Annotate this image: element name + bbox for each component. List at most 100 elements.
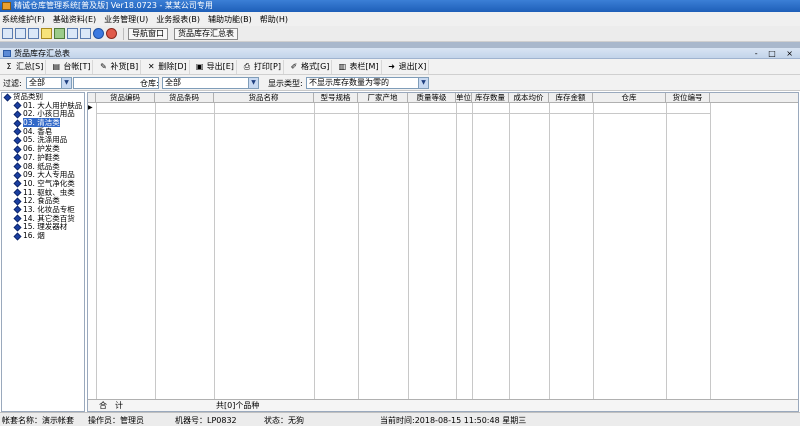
display-type-select[interactable]: 不显示库存数量为零的 ▼ [306,77,429,89]
child-window-title: 货品库存汇总表 [14,49,70,58]
ledger-button[interactable]: ▤ 台帐[T] [49,59,94,74]
category-icon [13,205,22,214]
row-indicator-header [88,93,96,103]
display-type-value: 不显示库存数量为零的 [309,78,389,87]
app-title: 精诚仓库管理系统[普及版] Ver18.0723 - 某某公司专用 [14,1,213,10]
folder-icon[interactable] [41,28,52,39]
summary-report-button[interactable]: 货品库存汇总表 [174,27,238,40]
warehouse-label: 仓库: [140,79,159,88]
document-icon[interactable] [28,28,39,39]
inventory-grid[interactable]: 货品编码 货品条码 货品名称 型号规格 厂家产地 质量等级 单位 库存数量 成本… [87,92,799,412]
category-icon [13,179,22,188]
menu-business[interactable]: 业务管理(U) [104,14,148,25]
restock-icon: ✎ [100,61,107,71]
display-type-label: 显示类型: [268,79,303,88]
category-icon [13,171,22,180]
category-icon [13,101,22,110]
status-time: 当前时间:2018-08-15 11:50:48 星期三 [380,416,527,425]
column-divider [509,103,510,399]
column-divider [710,103,711,399]
delete-button[interactable]: ✕ 删除[D] [144,59,190,74]
category-icon [13,110,22,119]
delete-icon: ✕ [147,61,155,71]
exit-button[interactable]: ➜ 退出[X] [385,59,430,74]
filter-label: 过滤: [3,79,22,88]
column-header[interactable]: 质量等级 [408,93,456,103]
summarize-button[interactable]: Σ 汇总[S] [2,59,47,74]
sum-icon: Σ [6,61,12,71]
toolbar-separator [123,27,124,40]
column-divider [214,103,215,399]
category-icon [13,223,22,232]
print-icon: ⎙ [243,61,251,71]
tree-item[interactable]: 16. 烟 [2,231,84,241]
restock-button[interactable]: ✎ 补货[B] [96,59,142,74]
empty-row-line [96,113,710,114]
export-icon: ▣ [195,61,204,71]
column-divider [358,103,359,399]
column-divider [472,103,473,399]
column-header[interactable]: 仓库 [593,93,666,103]
column-header[interactable]: 货品编码 [96,93,155,103]
window-icon[interactable] [2,28,13,39]
menu-system[interactable]: 系统维护(F) [2,14,45,25]
column-header[interactable]: 货品名称 [214,93,314,103]
current-row-indicator: ▶ [88,104,93,111]
grid-footer: 合 计 共[0]个品种 [88,399,798,411]
window-controls[interactable]: - □ × [755,49,797,58]
menu-help[interactable]: 帮助(H) [260,14,288,25]
chevron-down-icon[interactable]: ▼ [418,78,428,88]
filter-bar: 过滤: 全部 ▼ 仓库: 全部 ▼ 显示类型: 不显示库存数量为零的 ▼ [0,75,800,91]
menu-bar: 系统维护(F) 基础资料(E) 业务管理(U) 业务报表(B) 辅助功能(B) … [0,12,800,26]
menu-basic-data[interactable]: 基础资料(E) [53,14,96,25]
action-toolbar: Σ 汇总[S] ▤ 台帐[T] ✎ 补货[B] ✕ 删除[D] ▣ 导出[E] ⎙ 打印[P… [0,59,800,75]
column-header[interactable]: 厂家产地 [358,93,408,103]
help-icon[interactable] [93,28,104,39]
category-icon [13,188,22,197]
child-window-title-bar: 货品库存汇总表 - □ × [0,48,800,59]
filter-select[interactable]: 全部 ▼ [26,77,72,89]
columns-icon: ▥ [338,61,347,71]
column-header[interactable]: 库存数量 [472,93,509,103]
column-header[interactable]: 型号规格 [314,93,358,103]
nav-window-button[interactable]: 导航窗口 [128,27,168,40]
status-bar: 帐套名称：演示帐套 操作员：管理员 机器号：LP0832 状态：无狗 当前时间:… [0,412,800,426]
print-button[interactable]: ⎙ 打印[P] [240,59,284,74]
column-header[interactable]: 货品条码 [155,93,214,103]
category-tree: 货品类别 01. 大人用护肤品 02. 小孩日用品 03. 清洁类 04. 香皂… [1,92,85,412]
column-divider [408,103,409,399]
column-header[interactable]: 成本均价 [509,93,549,103]
warehouse-select[interactable]: 全部 ▼ [162,77,259,89]
columns-button[interactable]: ▥ 表栏[M] [335,59,382,74]
category-icon [13,162,22,171]
save-icon[interactable] [67,28,78,39]
chevron-down-icon[interactable]: ▼ [61,78,71,88]
export-button[interactable]: ▣ 导出[E] [193,59,237,74]
ledger-icon: ▤ [52,61,61,71]
menu-tools[interactable]: 辅助功能(B) [208,14,252,25]
chevron-down-icon[interactable]: ▼ [248,78,258,88]
app-icon [2,2,11,10]
column-header[interactable]: 库存金额 [549,93,593,103]
status-account: 帐套名称：演示帐套 [2,416,74,425]
format-button[interactable]: ✐ 格式[G] [287,59,333,74]
column-header[interactable]: 货位编号 [666,93,710,103]
column-divider [155,103,156,399]
app-title-bar: 精诚仓库管理系统[普及版] Ver18.0723 - 某某公司专用 [0,0,800,12]
column-header[interactable]: 单位 [456,93,472,103]
column-divider [314,103,315,399]
report-icon[interactable] [54,28,65,39]
column-divider [666,103,667,399]
warehouse-value: 全部 [165,78,181,87]
category-icon [13,232,22,240]
close-icon[interactable] [106,28,117,39]
list-icon[interactable] [15,28,26,39]
footer-total-label: 合 计 [99,401,123,410]
menu-reports[interactable]: 业务报表(B) [156,14,200,25]
disk-icon[interactable] [80,28,91,39]
grid-header: 货品编码 货品条码 货品名称 型号规格 厂家产地 质量等级 单位 库存数量 成本… [88,93,798,103]
category-icon [13,197,22,206]
folder-icon [3,93,12,101]
report-window-icon [3,50,11,57]
column-divider [593,103,594,399]
